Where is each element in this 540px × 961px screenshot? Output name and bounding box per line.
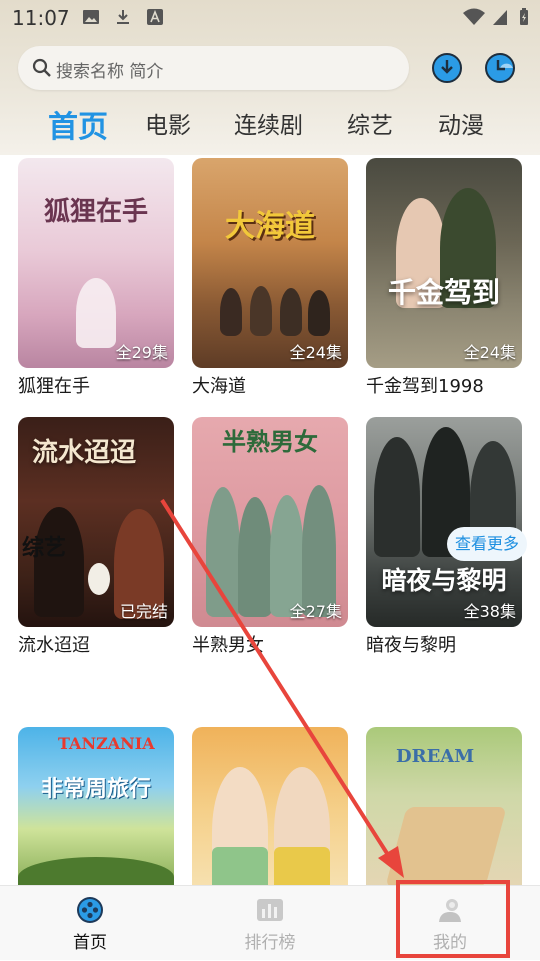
show-card-2[interactable]: 大海道 全24集 大海道 xyxy=(192,158,348,398)
nav-profile[interactable]: 我的 xyxy=(390,886,510,961)
category-tabs: 首页 电影 连续剧 综艺 动漫 xyxy=(0,100,540,152)
search-placeholder: 搜索名称 简介 xyxy=(56,62,164,82)
poster-title: 千金驾到 xyxy=(387,276,500,309)
tab-anime[interactable]: 动漫 xyxy=(438,106,484,140)
status-time: 11:07 xyxy=(12,6,70,30)
signal-icon xyxy=(493,10,507,25)
home-film-icon xyxy=(77,897,103,923)
episode-badge: 全27集 xyxy=(289,602,342,621)
poster-figure xyxy=(34,507,84,617)
variety-card-1[interactable]: TANZANIA 非常周旅行 xyxy=(18,727,174,897)
nav-home[interactable]: 首页 xyxy=(30,886,150,961)
poster-building xyxy=(385,807,507,887)
episode-badge: 全24集 xyxy=(289,343,342,362)
show-title: 大海道 xyxy=(192,376,246,397)
user-profile-icon xyxy=(439,899,461,922)
poster-title: DREAM xyxy=(396,746,475,767)
poster-figure xyxy=(250,286,272,336)
history-icon[interactable] xyxy=(484,52,516,84)
nav-label-ranking: 排行榜 xyxy=(244,933,296,953)
episode-badge: 已完结 xyxy=(119,602,168,621)
download-notification-icon xyxy=(117,10,129,24)
section-title-variety: 综艺 xyxy=(22,536,67,561)
search-input[interactable]: 搜索名称 简介 xyxy=(18,46,409,90)
variety-poster: TANZANIA 非常周旅行 xyxy=(18,727,174,897)
poster-title: 暗夜与黎明 xyxy=(381,566,507,595)
variety-card-3[interactable]: DREAM xyxy=(366,727,522,897)
poster-figure xyxy=(280,288,302,336)
poster-subtitle: TANZANIA xyxy=(58,734,155,753)
show-poster: 暗夜与黎明 全38集 xyxy=(366,417,522,627)
show-title: 千金驾到1998 xyxy=(366,376,484,397)
show-title: 流水迢迢 xyxy=(18,635,90,656)
poster-figure xyxy=(374,437,420,557)
nav-ranking[interactable]: 排行榜 xyxy=(210,886,330,961)
show-card-3[interactable]: 千金驾到 全24集 千金驾到1998 xyxy=(366,158,522,398)
status-bar: 11:07 xyxy=(0,0,540,36)
episode-badge: 全29集 xyxy=(115,343,168,362)
variety-poster xyxy=(192,727,348,897)
download-manager-icon[interactable] xyxy=(431,52,463,84)
variety-poster: DREAM xyxy=(366,727,522,897)
show-title: 狐狸在手 xyxy=(18,376,90,397)
poster-title: 流水迢迢 xyxy=(32,438,137,468)
search-icon xyxy=(32,58,51,77)
show-poster: 狐狸在手 全29集 xyxy=(18,158,174,368)
show-card-1[interactable]: 狐狸在手 全29集 狐狸在手 xyxy=(18,158,174,398)
episode-badge: 全38集 xyxy=(463,602,516,621)
poster-title: 半熟男女 xyxy=(222,427,318,456)
image-notification-icon xyxy=(83,10,99,24)
show-title: 半熟男女 xyxy=(192,635,264,656)
ranking-chart-icon xyxy=(257,899,283,921)
poster-title: 大海道 xyxy=(225,209,315,244)
episode-badge: 全24集 xyxy=(463,343,516,362)
poster-title: 非常周旅行 xyxy=(40,776,151,802)
poster-figure xyxy=(76,278,116,348)
battery-icon xyxy=(520,8,528,25)
nav-label-home: 首页 xyxy=(73,933,107,953)
variety-card-2[interactable] xyxy=(192,727,348,897)
tab-series[interactable]: 连续剧 xyxy=(234,106,303,140)
poster-figure xyxy=(206,487,240,617)
tab-variety[interactable]: 综艺 xyxy=(347,106,393,140)
view-more-button[interactable]: 查看更多 xyxy=(447,527,527,561)
show-card-5[interactable]: 半熟男女 全27集 半熟男女 xyxy=(192,417,348,657)
show-poster: 半熟男女 全27集 xyxy=(192,417,348,627)
show-poster: 千金驾到 全24集 xyxy=(366,158,522,368)
poster-figure xyxy=(308,290,330,336)
poster-title: 狐狸在手 xyxy=(43,197,148,227)
bottom-navigation: 首页 排行榜 我的 xyxy=(0,885,540,960)
poster-vase xyxy=(88,563,110,595)
poster-figure xyxy=(220,288,242,336)
wifi-icon xyxy=(463,8,485,25)
show-title: 暗夜与黎明 xyxy=(366,635,456,656)
show-poster: 流水迢迢 已完结 xyxy=(18,417,174,627)
show-poster: 大海道 全24集 xyxy=(192,158,348,368)
poster-figure xyxy=(238,497,272,617)
tab-home[interactable]: 首页 xyxy=(48,102,108,146)
tab-movies[interactable]: 电影 xyxy=(145,106,191,140)
nav-label-profile: 我的 xyxy=(433,933,467,953)
app-notification-icon xyxy=(147,9,163,25)
